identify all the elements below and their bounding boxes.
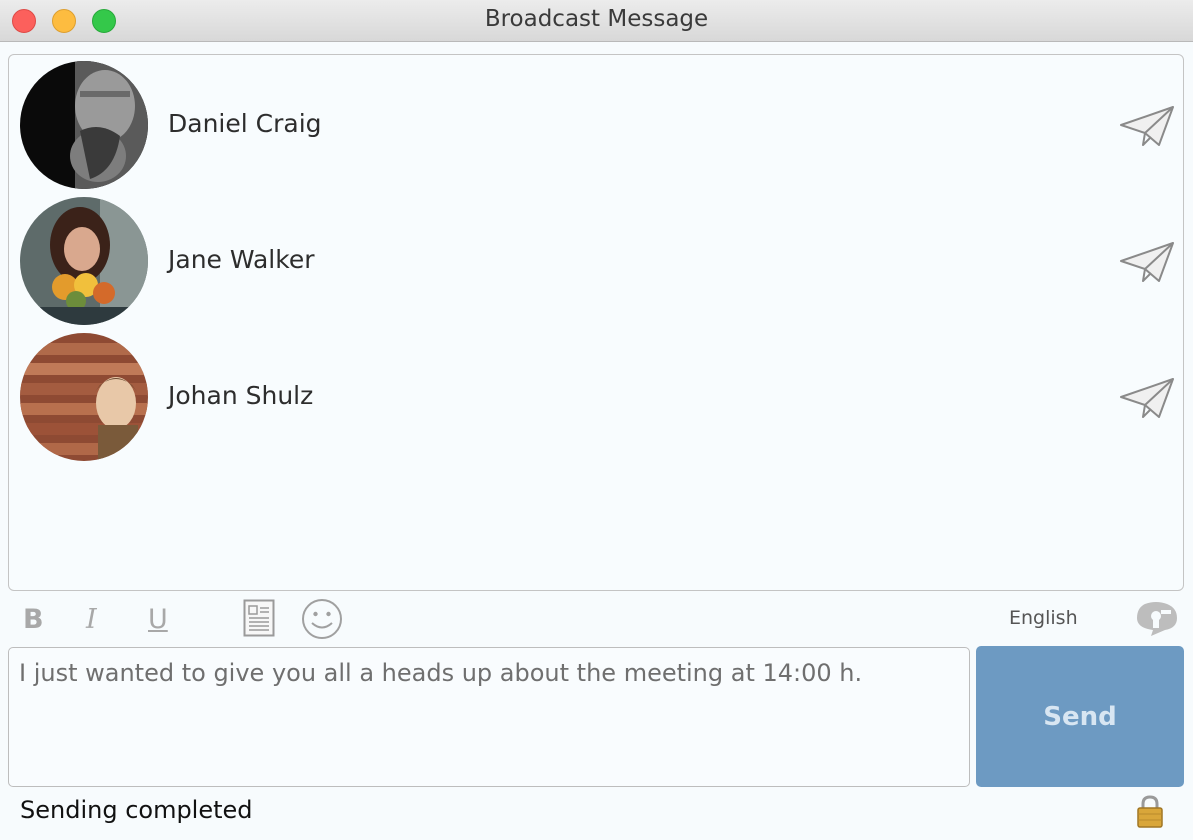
formatting-toolbar: B I U English (0, 596, 1193, 642)
bold-button[interactable]: B (23, 604, 44, 635)
document-icon[interactable] (243, 599, 275, 637)
italic-button[interactable]: I (86, 604, 97, 635)
recipient-row[interactable]: Johan Shulz (9, 327, 1183, 463)
window-title: Broadcast Message (484, 6, 709, 32)
avatar (20, 61, 148, 189)
lock-icon (1136, 794, 1164, 828)
avatar (20, 197, 148, 325)
recipient-name: Johan Shulz (168, 381, 314, 410)
recipient-row[interactable]: Daniel Craig (9, 55, 1183, 191)
avatar (20, 333, 148, 461)
recipient-name: Jane Walker (168, 245, 315, 274)
send-button[interactable]: Send (976, 646, 1184, 787)
paper-plane-icon[interactable] (1119, 241, 1175, 285)
recipient-name: Daniel Craig (168, 109, 322, 138)
recipient-row[interactable]: Jane Walker (9, 191, 1183, 327)
speech-bubble-icon[interactable] (1133, 600, 1179, 638)
status-text: Sending completed (20, 796, 253, 824)
paper-plane-icon[interactable] (1119, 105, 1175, 149)
paper-plane-icon[interactable] (1119, 377, 1175, 421)
smiley-icon[interactable] (301, 598, 343, 640)
message-input[interactable]: I just wanted to give you all a heads up… (8, 647, 970, 787)
underline-button[interactable]: U (148, 604, 168, 635)
recipient-list: Daniel Craig Jane Walker Johan Shulz (8, 54, 1184, 591)
language-selector[interactable]: English (1009, 607, 1078, 629)
title-bar: Broadcast Message (0, 0, 1193, 42)
